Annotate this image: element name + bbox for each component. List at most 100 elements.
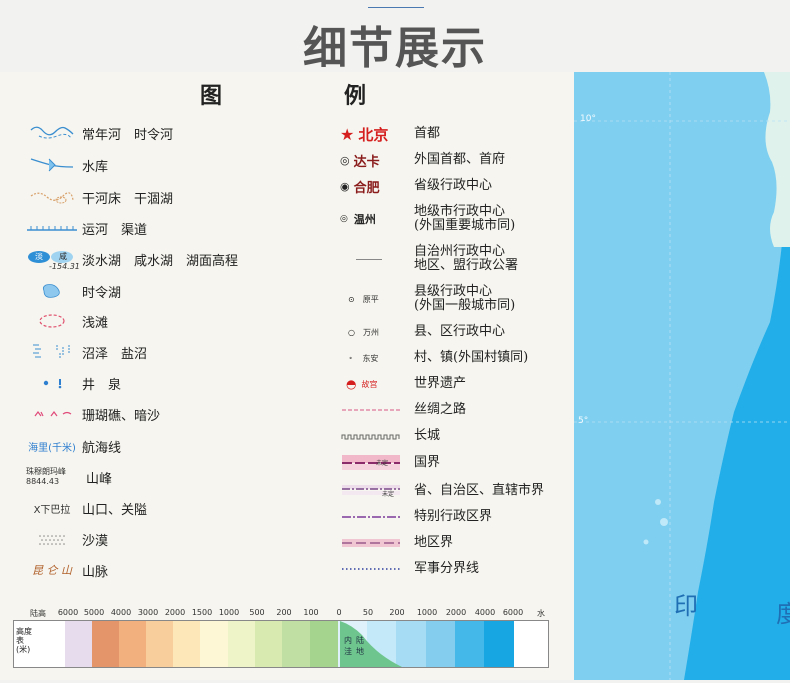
legend-label: 长城 xyxy=(414,428,441,443)
legend-label: 淡水湖 咸水湖 湖面高程 xyxy=(82,253,239,269)
legend-item-peak: 珠穆朗玛峰 8844.43 山峰 xyxy=(22,464,112,490)
mountain-range-icon: 昆 仑 山 xyxy=(32,564,72,577)
land-height-title: 陆高 xyxy=(30,609,46,618)
county-district-icon: ○ xyxy=(348,327,355,337)
fresh-lake-sample: 淡 xyxy=(35,252,43,261)
legend-item-county: ○ 万州 县、区行政中心 xyxy=(340,320,505,344)
village-sample: 东安 xyxy=(362,353,379,363)
desert-icon xyxy=(39,535,65,545)
well-spring-icon xyxy=(43,379,62,389)
legend-item-great-wall: 长城 xyxy=(340,424,440,448)
sar-border-icon xyxy=(342,516,400,518)
legend-item-canal: 运河 渠道 xyxy=(22,215,147,241)
coral-reef-icon xyxy=(34,411,72,417)
legend-label: 地级市行政中心 (外国重要城市同) xyxy=(414,204,516,233)
tick-label: 6000 xyxy=(57,608,79,617)
legend-label: 沼泽 盐沼 xyxy=(82,346,148,362)
provincial-sample: 合肥 xyxy=(353,180,380,196)
elevation-tick-labels: 陆高 6000 5000 4000 3000 2000 1500 1000 50… xyxy=(28,608,558,629)
elevation-segment xyxy=(255,621,282,667)
tick-label: 1000 xyxy=(416,608,438,617)
legend-item-desert: 沙漠 xyxy=(22,526,108,552)
legend-label: 县级行政中心 (外国一般城市同) xyxy=(414,284,516,313)
legend-item-capital: ★ 北京 首都 xyxy=(340,122,440,146)
legend-item-river: 常年河 时令河 xyxy=(22,120,173,146)
tick-label: 50 xyxy=(362,608,374,617)
county-sample: 万州 xyxy=(362,327,379,337)
legend-label: 珊瑚礁、暗沙 xyxy=(82,408,161,424)
legend-panel: 图 例 常年河 时令河 水库 干河床 干涸湖 运河 渠道 淡 咸 -154.31… xyxy=(0,72,574,680)
tick-label: 1000 xyxy=(218,608,240,617)
legend-label: 外国首都、首府 xyxy=(414,152,506,167)
peak-icon: 珠穆朗玛峰 8844.43 xyxy=(22,467,86,487)
legend-item-village: ∘ 东安 村、镇(外国村镇同) xyxy=(340,346,528,370)
national-border-icon xyxy=(342,455,400,470)
elevation-segment xyxy=(40,621,65,667)
legend-label: 省、自治区、直辖市界 xyxy=(414,483,545,498)
legend-item-silk-road: 丝绸之路 xyxy=(340,398,466,422)
seasonal-lake-icon xyxy=(42,284,60,298)
legend-label: 世界遗产 xyxy=(414,376,467,391)
legend-item-shoal: 浅滩 xyxy=(22,308,108,334)
elevation-segment xyxy=(200,621,228,667)
dry-riverbed-icon xyxy=(30,192,74,204)
shoal-icon xyxy=(39,314,65,328)
prov-border-tag: 未定 xyxy=(382,491,395,498)
legend-label: 山峰 xyxy=(86,471,113,487)
legend-label: 运河 渠道 xyxy=(82,222,148,238)
legend-item-district-border: 地区界 xyxy=(340,530,453,556)
canal-icon xyxy=(27,226,77,231)
legend-item-sea-route: 海里(千米) 航海线 xyxy=(22,433,121,459)
legend-label: 县、区行政中心 xyxy=(414,324,506,339)
capital-sample: 北京 xyxy=(358,125,389,144)
elevation-segment xyxy=(173,621,200,667)
elevation-segment xyxy=(228,621,255,667)
tick-label: 500 xyxy=(249,608,265,617)
legend-label: 军事分界线 xyxy=(414,561,480,576)
tick-label: 4000 xyxy=(110,608,132,617)
world-heritage-icon: ◓ xyxy=(346,377,357,391)
heritage-sample: 故宫 xyxy=(361,379,378,389)
elevation-segment xyxy=(65,621,92,667)
prefecture-city-icon: ◎ xyxy=(340,214,348,224)
legend-label: 常年河 时令河 xyxy=(82,127,174,143)
sea-route-icon: 海里(千米) xyxy=(28,442,76,454)
reservoir-icon xyxy=(30,158,74,172)
legend-item-pass: X下巴拉 山口、关隘 xyxy=(22,495,147,521)
legend-item-marsh: 沼泽 盐沼 xyxy=(22,339,147,365)
district-border-icon xyxy=(342,539,400,547)
village-town-icon: ∘ xyxy=(349,354,353,362)
autonomous-prefecture-icon xyxy=(356,258,382,260)
mountain-pass-icon: X下巴拉 xyxy=(33,504,71,516)
military-line-icon xyxy=(342,568,400,570)
legend-heading-right: 例 xyxy=(344,84,367,109)
legend-item-prefecture: ◎ 温州 地级市行政中心 (外国重要城市同) xyxy=(340,204,515,234)
legend-item-mountain-range: 昆 仑 山 山脉 xyxy=(22,557,108,583)
river-icon xyxy=(30,126,74,139)
tick-label: 3000 xyxy=(137,608,159,617)
legend-item-national-border: 未定 国界 xyxy=(340,450,440,476)
legend-item-dry-riverbed: 干河床 干涸湖 xyxy=(22,184,173,210)
legend-item-reservoir: 水库 xyxy=(22,152,108,178)
legend-item-provincial-border: 未定 省、自治区、直辖市界 xyxy=(340,478,544,504)
prefecture-sample: 温州 xyxy=(353,213,376,226)
legend-label: 山口、关隘 xyxy=(82,502,148,518)
legend-label: 特别行政区界 xyxy=(414,509,493,524)
peak-height-sample: 8844.43 xyxy=(26,477,60,486)
elevation-segment xyxy=(282,621,310,667)
legend-item-military-line: 军事分界线 xyxy=(340,556,479,582)
border-tag: 未定 xyxy=(376,460,389,467)
legend-label: 航海线 xyxy=(82,440,122,456)
legend-item-lake: 淡 咸 -154.31 淡水湖 咸水湖 湖面高程 xyxy=(22,246,238,272)
legend-heading-left: 图 xyxy=(200,84,223,109)
tick-label: 6000 xyxy=(502,608,524,617)
legend-item-sar-border: 特别行政区界 xyxy=(340,504,492,530)
map-region-label: 印 xyxy=(674,592,698,620)
tick-label: 200 xyxy=(389,608,405,617)
tick-label: 100 xyxy=(303,608,319,617)
legend-item-coral: 珊瑚礁、暗沙 xyxy=(22,401,160,427)
salt-lake-sample: 咸 xyxy=(59,252,67,261)
tick-label: 5000 xyxy=(83,608,105,617)
great-wall-icon xyxy=(341,434,400,440)
tick-label: 0 xyxy=(336,608,342,617)
